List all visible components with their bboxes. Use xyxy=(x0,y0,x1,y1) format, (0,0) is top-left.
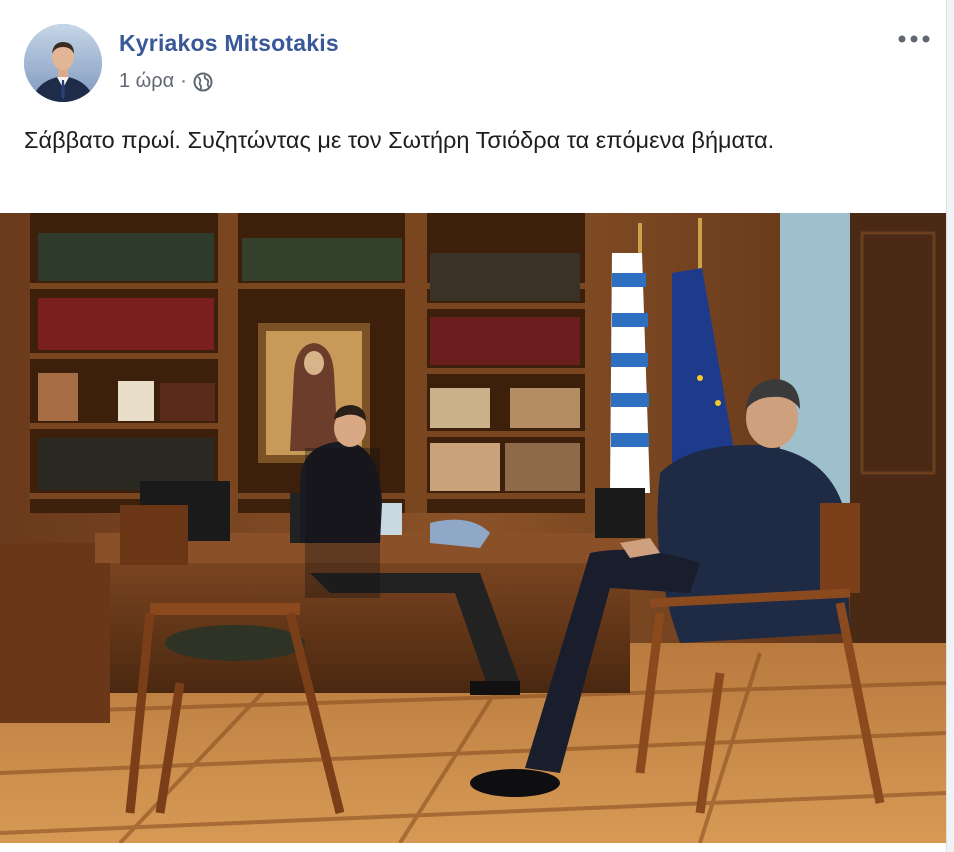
post-meta: 1 ώρα · xyxy=(119,70,213,93)
avatar-image xyxy=(24,24,102,102)
author-name-link[interactable]: Kyriakos Mitsotakis xyxy=(119,30,339,57)
profile-avatar[interactable] xyxy=(24,24,102,102)
office-meeting-image xyxy=(0,213,946,843)
more-options-icon[interactable] xyxy=(896,30,932,48)
post-card: Kyriakos Mitsotakis 1 ώρα · Σάββατο πρωί… xyxy=(0,0,947,852)
post-photo[interactable] xyxy=(0,213,946,843)
globe-icon[interactable] xyxy=(193,72,213,92)
meta-separator: · xyxy=(180,70,187,92)
post-timestamp[interactable]: 1 ώρα xyxy=(119,70,174,93)
post-text: Σάββατο πρωί. Συζητώντας με τον Σωτήρη Τ… xyxy=(24,127,775,153)
